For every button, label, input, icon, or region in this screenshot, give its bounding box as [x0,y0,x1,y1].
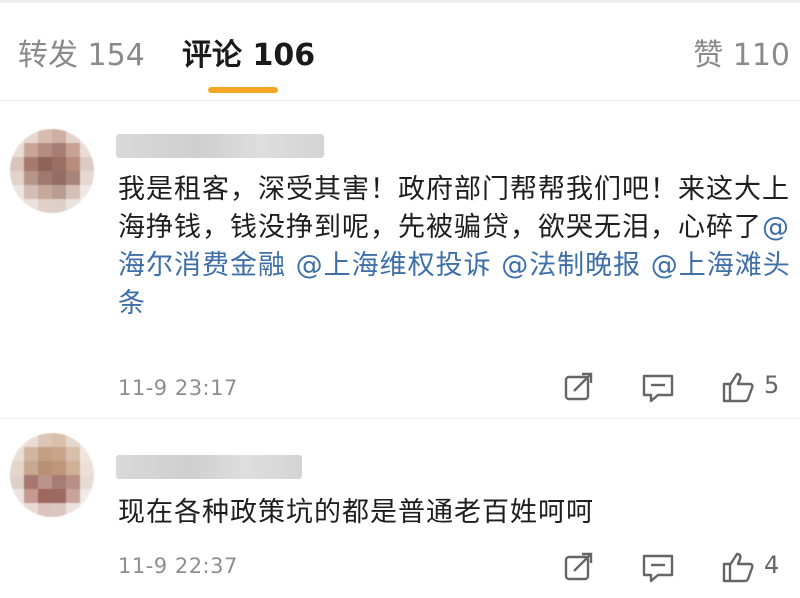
comment-item: 现在各种政策坑的都是普通老百姓呵呵 11-9 22:37 4 [0,418,800,598]
comment-text: 现在各种政策坑的都是普通老百姓呵呵 [118,497,594,528]
mention-link[interactable]: @法制晚报 [501,250,641,281]
share-icon[interactable] [560,369,596,405]
tab-repost[interactable]: 转发 154 [18,36,145,76]
comment-tab-bar: 转发 154 评论 106 赞 110 [0,0,800,100]
username-blurred[interactable] [116,455,302,479]
reply-icon[interactable] [640,369,676,405]
comment-divider [0,418,800,419]
tab-comment[interactable]: 评论 106 [182,36,315,76]
avatar[interactable] [10,129,94,213]
reply-icon[interactable] [640,549,676,585]
avatar[interactable] [10,433,94,517]
comment-timestamp: 11-9 23:17 [118,376,238,400]
comment-timestamp: 11-9 22:37 [118,554,238,578]
tab-comment-label: 评论 [182,38,242,73]
comment-actions: 5 [560,369,800,405]
like-icon[interactable] [720,369,756,405]
tab-like-label: 赞 [693,38,724,73]
tab-like-count: 110 [732,38,790,73]
username-blurred[interactable] [116,134,324,158]
mention-link[interactable]: @上海维权投诉 [296,250,492,281]
tab-like[interactable]: 赞 110 [693,36,790,76]
comment-text-plain: 我是租客，深受其害！政府部门帮帮我们吧！来这大上海挣钱，钱没挣到呢，先被骗贷，欲… [118,174,790,243]
like-count: 5 [764,371,780,399]
comment-text: 我是租客，深受其害！政府部门帮帮我们吧！来这大上海挣钱，钱没挣到呢，先被骗贷，欲… [118,171,798,323]
comment-actions: 4 [560,549,800,585]
like-icon[interactable] [720,549,756,585]
comment-item: 我是租客，深受其害！政府部门帮帮我们吧！来这大上海挣钱，钱没挣到呢，先被骗贷，欲… [0,101,800,418]
tab-repost-count: 154 [87,38,145,73]
tab-comment-count: 106 [252,38,316,73]
share-icon[interactable] [560,549,596,585]
active-tab-indicator [208,87,278,93]
like-count: 4 [764,551,780,579]
tab-repost-label: 转发 [18,38,78,73]
